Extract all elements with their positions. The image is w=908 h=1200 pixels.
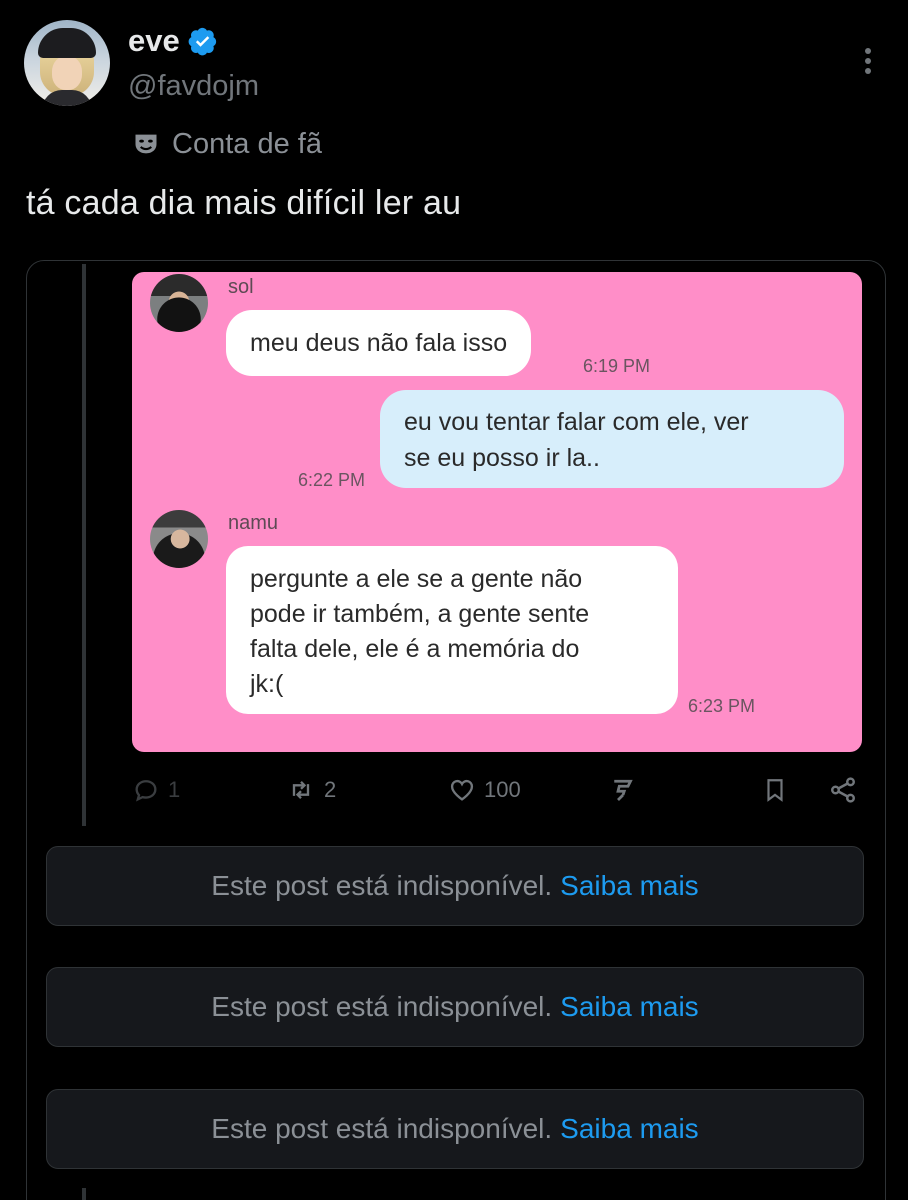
chat-bubble: eu vou tentar falar com ele, ver se eu p… xyxy=(380,390,844,488)
share-button[interactable] xyxy=(828,770,858,810)
reply-button[interactable]: 1 xyxy=(132,770,180,810)
like-button[interactable]: 100 xyxy=(448,770,521,810)
avatar-body xyxy=(42,90,92,106)
verified-badge-icon xyxy=(188,27,216,56)
chat-time: 6:19 PM xyxy=(583,356,651,376)
author-name[interactable]: eve xyxy=(128,23,180,59)
chat-bubble-text: se eu posso ir la.. xyxy=(404,444,600,472)
reply-icon xyxy=(135,780,157,802)
tweet-text: tá cada dia mais difícil ler au xyxy=(26,184,462,222)
reply-count: 1 xyxy=(168,777,181,802)
quoted-image[interactable]: sol meu deus não fala isso 6:19 PM eu vo… xyxy=(132,272,862,752)
chat-bubble: pergunte a ele se a gente não pode ir ta… xyxy=(226,546,678,714)
grok-button[interactable] xyxy=(608,770,638,810)
share-icon xyxy=(831,777,855,803)
chat-bubble-text: eu vou tentar falar com ele, ver xyxy=(404,408,749,436)
chat-time: 6:23 PM xyxy=(688,696,756,716)
repost-count: 2 xyxy=(324,777,337,802)
unavailable-post: Este post está indisponível. Saiba mais xyxy=(46,846,864,926)
chat-bubble-text: meu deus não fala isso xyxy=(250,329,508,357)
chat-sender: sol xyxy=(228,276,254,298)
chat-sender: namu xyxy=(228,512,279,534)
author-handle[interactable]: @favdojm xyxy=(128,70,259,103)
bookmark-button[interactable] xyxy=(762,770,788,810)
fan-account-text: Conta de fã xyxy=(172,127,322,160)
chat-bubble-text: jk:( xyxy=(250,670,284,698)
learn-more-link[interactable]: Saiba mais xyxy=(560,1113,699,1145)
unavailable-post: Este post está indisponível. Saiba mais xyxy=(46,1089,864,1169)
repost-button[interactable]: 2 xyxy=(286,770,336,810)
learn-more-link[interactable]: Saiba mais xyxy=(560,870,699,902)
thread-line xyxy=(82,264,86,826)
avatar-cap xyxy=(38,28,96,58)
unavailable-text: Este post está indisponível. xyxy=(211,870,553,901)
like-icon xyxy=(450,779,474,801)
more-options-icon[interactable] xyxy=(858,48,878,78)
chat-bubble-text: falta dele, ele é a memória do xyxy=(250,635,580,663)
learn-more-link[interactable]: Saiba mais xyxy=(560,991,699,1023)
chat-avatar-namu xyxy=(150,510,208,568)
mask-icon xyxy=(135,134,157,154)
like-count: 100 xyxy=(484,777,521,802)
chat-bubble: meu deus não fala isso xyxy=(226,310,532,376)
bookmark-icon xyxy=(767,779,783,802)
chat-time: 6:22 PM xyxy=(298,470,366,490)
unavailable-text: Este post está indisponível. xyxy=(211,991,553,1022)
unavailable-post: Este post está indisponível. Saiba mais xyxy=(46,967,864,1047)
chat-avatar-sol xyxy=(150,274,208,332)
grok-icon xyxy=(614,779,633,801)
fan-account-label: Conta de fã xyxy=(132,124,322,164)
avatar-face xyxy=(52,56,82,90)
action-bar: 1 2 100 xyxy=(0,770,908,810)
repost-icon xyxy=(292,781,310,799)
chat-bubble-text: pode ir também, a gente sente xyxy=(250,600,590,628)
author-name-row[interactable]: eve xyxy=(128,22,218,60)
unavailable-text: Este post está indisponível. xyxy=(211,1113,553,1144)
chat-bubble-text: pergunte a ele se a gente não xyxy=(250,565,583,593)
thread-line xyxy=(82,1188,86,1200)
tweet-page: { "author": { "name": "eve", "handle": "… xyxy=(0,0,908,1200)
avatar[interactable] xyxy=(24,20,110,106)
